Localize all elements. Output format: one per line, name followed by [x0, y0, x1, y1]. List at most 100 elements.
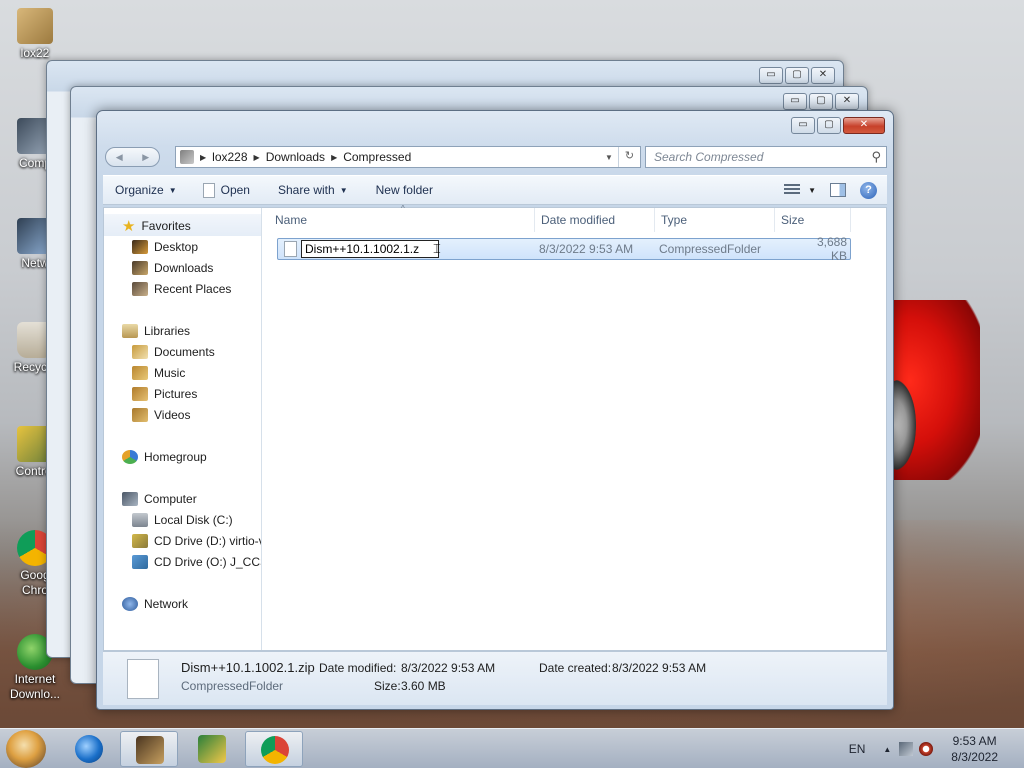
change-view-button[interactable]: ▼	[784, 184, 816, 196]
nav-buttons: ◀ ▶	[105, 147, 160, 167]
nav-cd-drive-o[interactable]: CD Drive (O:) J_CCSA	[132, 552, 261, 572]
nav-desktop[interactable]: Desktop	[132, 237, 198, 257]
toolbar-right: ▼ ?	[784, 181, 887, 199]
breadcrumb-downloads[interactable]: Downloads	[266, 150, 325, 164]
search-input[interactable]: Search Compressed ⚲	[645, 146, 887, 168]
help-icon[interactable]: ?	[860, 181, 877, 199]
volume-muted-icon[interactable]	[919, 742, 934, 756]
file-icon	[284, 241, 297, 257]
taskbar-windows-explorer[interactable]	[120, 731, 178, 767]
explorer-body: ★ Favorites Desktop Downloads Recent Pla…	[103, 204, 887, 651]
column-date-modified[interactable]: Date modified	[535, 208, 655, 232]
organize-button[interactable]: Organize ▼	[103, 183, 187, 197]
nav-pictures[interactable]: Pictures	[132, 384, 197, 404]
breadcrumb-separator[interactable]: ▶	[254, 153, 260, 162]
pictures-icon	[132, 387, 148, 401]
minimize-button[interactable]: ▭	[759, 67, 783, 84]
folder-icon	[180, 150, 194, 164]
windows-explorer-icon	[136, 736, 164, 764]
nav-network[interactable]: Network	[122, 594, 188, 614]
share-with-button[interactable]: Share with ▼	[260, 183, 358, 197]
start-button[interactable]	[6, 730, 46, 768]
command-bar: Organize ▼ Open Share with ▼ New folder …	[103, 175, 887, 205]
refresh-icon[interactable]: ↻	[618, 147, 640, 167]
back-button[interactable]: ◀	[116, 152, 123, 163]
minimize-button[interactable]: ▭	[783, 93, 807, 110]
minimize-button[interactable]: ▭	[791, 117, 815, 134]
breadcrumb-separator[interactable]: ▶	[331, 153, 337, 162]
nav-music[interactable]: Music	[132, 363, 185, 383]
close-button[interactable]: ✕	[843, 117, 885, 134]
rename-input[interactable]: Dism++10.1.1002.1.z	[301, 240, 439, 258]
cd-drive-icon	[132, 534, 148, 548]
taskbar-chrome[interactable]	[245, 731, 303, 767]
maximize-button[interactable]: ▢	[785, 67, 809, 84]
breadcrumb-separator[interactable]: ▶	[200, 153, 206, 162]
nav-videos[interactable]: Videos	[132, 405, 190, 425]
address-dropdown-icon[interactable]: ▼	[600, 153, 618, 162]
documents-icon	[132, 345, 148, 359]
file-list: Name Date modified Type Size ^ Dism++10.…	[263, 204, 886, 650]
taskbar-internet-explorer[interactable]	[60, 731, 118, 767]
sort-caret-icon: ^	[401, 204, 405, 213]
cd-drive-icon	[132, 555, 148, 569]
file-large-icon	[127, 659, 159, 699]
maximize-button[interactable]: ▢	[817, 117, 841, 134]
column-type[interactable]: Type	[655, 208, 775, 232]
search-icon[interactable]: ⚲	[871, 149, 881, 165]
address-bar[interactable]: ▶ lox228 ▶ Downloads ▶ Compressed ▼ ↻	[175, 146, 641, 168]
navigation-pane: ★ Favorites Desktop Downloads Recent Pla…	[104, 208, 262, 650]
new-folder-button[interactable]: New folder	[358, 183, 443, 197]
views-icon	[784, 184, 801, 196]
nav-cd-drive-d[interactable]: CD Drive (D:) virtio-v	[132, 531, 261, 551]
share-with-label: Share with	[277, 183, 335, 197]
clock-date: 8/3/2022	[951, 750, 998, 764]
details-created-value: 8/3/2022 9:53 AM	[612, 661, 707, 675]
show-hidden-icons-button[interactable]: ▲	[883, 745, 891, 754]
downloads-icon	[132, 261, 148, 275]
details-size-label: Size:	[374, 679, 401, 693]
maximize-button[interactable]: ▢	[809, 93, 833, 110]
nav-favorites[interactable]: ★ Favorites	[122, 216, 191, 236]
caption-buttons: ▭ ▢ ✕	[783, 93, 859, 110]
system-tray: EN ▲ 9:53 AM 8/3/2022	[849, 729, 1024, 768]
system-clock[interactable]: 9:53 AM 8/3/2022	[951, 733, 998, 765]
nav-local-disk-c[interactable]: Local Disk (C:)	[132, 510, 233, 530]
music-icon	[132, 366, 148, 380]
breadcrumb-lox228[interactable]: lox228	[212, 150, 247, 164]
column-size[interactable]: Size	[775, 208, 851, 232]
new-folder-label: New folder	[375, 183, 433, 197]
desktop-icon-user-folder[interactable]: lox22	[0, 8, 70, 61]
libraries-icon	[122, 324, 138, 338]
nav-downloads[interactable]: Downloads	[132, 258, 213, 278]
nav-computer[interactable]: Computer	[122, 489, 197, 509]
details-created-label: Date created:	[539, 661, 612, 675]
chevron-down-icon: ▼	[339, 185, 348, 195]
nav-recent-places[interactable]: Recent Places	[132, 279, 231, 299]
file-date-modified: 8/3/2022 9:53 AM	[539, 242, 634, 256]
file-size: 3,688 KB	[816, 235, 847, 263]
forward-button[interactable]: ▶	[142, 152, 149, 163]
ibeam-cursor-icon: ⌶	[433, 241, 441, 256]
network-status-icon[interactable]	[899, 742, 914, 756]
file-row-selected[interactable]: Dism++10.1.1002.1.z ⌶ 8/3/2022 9:53 AM C…	[277, 235, 851, 263]
nav-documents[interactable]: Documents	[132, 342, 215, 362]
chevron-down-icon: ▼	[168, 185, 177, 195]
column-headers: Name Date modified Type Size	[263, 208, 886, 232]
details-filetype: CompressedFolder	[181, 679, 284, 693]
preview-pane-icon[interactable]	[830, 183, 846, 197]
folder-user-icon	[17, 8, 53, 44]
column-name[interactable]: Name	[263, 208, 535, 232]
language-indicator[interactable]: EN	[849, 742, 866, 756]
taskbar-media-player[interactable]	[183, 731, 241, 767]
close-button[interactable]: ✕	[835, 93, 859, 110]
open-button[interactable]: Open	[187, 182, 260, 198]
address-row: ◀ ▶ ▶ lox228 ▶ Downloads ▶ Compressed ▼ …	[105, 145, 887, 169]
nav-homegroup[interactable]: Homegroup	[122, 447, 207, 467]
recent-places-icon	[132, 282, 148, 296]
open-label: Open	[220, 183, 250, 197]
close-button[interactable]: ✕	[811, 67, 835, 84]
explorer-window[interactable]: ▭ ▢ ✕ ◀ ▶ ▶ lox228 ▶ Downloads ▶ Compres…	[96, 110, 894, 710]
breadcrumb-compressed[interactable]: Compressed	[343, 150, 411, 164]
nav-libraries[interactable]: Libraries	[122, 321, 190, 341]
